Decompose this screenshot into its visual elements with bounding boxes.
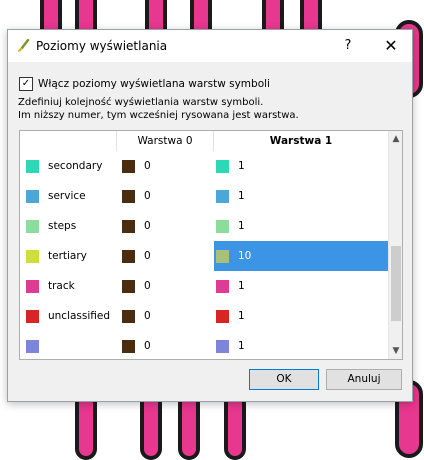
layer-1-cell[interactable]: 1	[214, 331, 388, 359]
symbol-name: tertiary	[48, 250, 87, 262]
layer-1-value: 1	[238, 220, 245, 232]
symbol-cell[interactable]	[26, 331, 116, 359]
symbol-swatch	[26, 159, 39, 173]
dialog-title: Poziomy wyświetlania	[36, 39, 168, 53]
symbol-name: service	[48, 190, 86, 202]
layer-1-cell[interactable]: 1	[214, 181, 388, 211]
brush-icon	[18, 39, 30, 52]
layer-1-value: 1	[238, 280, 245, 292]
layer-0-value: 0	[144, 250, 151, 262]
help-button[interactable]: ?	[339, 37, 357, 55]
title-bar: Poziomy wyświetlania ? ✕	[8, 30, 412, 62]
layer-1-value: 1	[238, 190, 245, 202]
layer-swatch	[122, 249, 135, 263]
layer-swatch	[216, 279, 229, 293]
layer-1-value: 1	[238, 310, 245, 322]
layer-swatch	[216, 189, 229, 203]
symbol-swatch	[26, 339, 39, 353]
layer-swatch	[216, 159, 229, 173]
layer-0-value: 0	[144, 160, 151, 172]
layer-0-cell[interactable]: 0	[117, 331, 213, 359]
layer-0-cell[interactable]: 0	[117, 151, 213, 181]
symbol-levels-table[interactable]: Warstwa 0 Warstwa 1 secondary 0 1 service 0 1…	[19, 130, 403, 360]
layer-0-cell[interactable]: 0	[117, 271, 213, 301]
symbol-name: unclassified	[48, 310, 111, 322]
symbol-swatch	[26, 189, 39, 203]
table-row[interactable]: tertiary 0 10	[20, 241, 388, 271]
ok-button[interactable]: OK	[249, 369, 319, 390]
layer-1-value: 1	[238, 160, 245, 172]
close-button[interactable]: ✕	[381, 36, 401, 56]
layer-swatch	[122, 159, 135, 173]
symbol-cell[interactable]: unclassified	[26, 301, 116, 331]
symbol-swatch	[26, 279, 39, 293]
table-row[interactable]: steps 0 1	[20, 211, 388, 241]
map-road	[224, 392, 246, 460]
symbol-cell[interactable]: tertiary	[26, 241, 116, 271]
symbol-cell[interactable]: steps	[26, 211, 116, 241]
symbol-name: steps	[48, 220, 77, 232]
layer-0-cell[interactable]: 0	[117, 301, 213, 331]
enable-levels-label: Włącz poziomy wyświetlana warstw symboli	[38, 78, 270, 90]
layer-swatch	[122, 219, 135, 233]
layer-swatch	[216, 219, 229, 233]
layer-swatch	[122, 339, 135, 353]
layer-0-value: 0	[144, 280, 151, 292]
header-layer-1: Warstwa 1	[269, 135, 333, 147]
table-row[interactable]: unclassified 0 1	[20, 301, 388, 331]
layer-0-cell[interactable]: 0	[117, 181, 213, 211]
layer-swatch	[216, 339, 229, 353]
symbol-name: track	[48, 280, 75, 292]
layer-swatch	[122, 309, 135, 323]
vertical-scrollbar[interactable]: ▲ ▼	[388, 131, 402, 359]
symbol-cell[interactable]: service	[26, 181, 116, 211]
layer-swatch	[122, 189, 135, 203]
layer-swatch	[216, 309, 229, 323]
scroll-up-icon[interactable]: ▲	[389, 131, 402, 147]
symbol-cell[interactable]: track	[26, 271, 116, 301]
header-layer-0: Warstwa 0	[137, 135, 193, 147]
layer-0-cell[interactable]: 0	[117, 211, 213, 241]
layer-1-cell[interactable]: 1	[214, 211, 388, 241]
symbol-swatch	[26, 219, 39, 233]
layer-swatch	[122, 279, 135, 293]
symbol-swatch	[26, 309, 39, 323]
layer-1-value: 1	[238, 340, 245, 352]
map-road	[75, 392, 97, 460]
enable-levels-row[interactable]: ✓ Włącz poziomy wyświetlana warstw symbo…	[19, 76, 270, 92]
map-road	[140, 392, 162, 460]
symbol-name: secondary	[48, 160, 103, 172]
table-row[interactable]: secondary 0 1	[20, 151, 388, 181]
layer-swatch	[216, 249, 229, 263]
table-row[interactable]: track 0 1	[20, 271, 388, 301]
layer-0-cell[interactable]: 0	[117, 241, 213, 271]
layer-1-cell[interactable]: 1	[214, 151, 388, 181]
layer-1-cell[interactable]: 1	[214, 271, 388, 301]
scroll-down-icon[interactable]: ▼	[389, 343, 402, 359]
table-row[interactable]: 01	[20, 331, 388, 359]
layer-1-cell[interactable]: 10	[214, 241, 388, 271]
description-line-2: Im niższy numer, tym wcześniej rysowana …	[18, 110, 299, 121]
table-row[interactable]: service 0 1	[20, 181, 388, 211]
layer-0-value: 0	[144, 190, 151, 202]
enable-levels-checkbox[interactable]: ✓	[19, 77, 33, 91]
description-line-1: Zdefiniuj kolejność wyświetlania warstw …	[18, 97, 264, 108]
layer-0-value: 0	[144, 220, 151, 232]
symbol-cell[interactable]: secondary	[26, 151, 116, 181]
layer-1-value: 10	[238, 250, 252, 262]
map-road	[178, 392, 200, 460]
layer-1-cell[interactable]: 1	[214, 301, 388, 331]
scrollbar-thumb[interactable]	[391, 246, 401, 321]
symbol-levels-dialog: Poziomy wyświetlania ? ✕ ✓ Włącz poziomy…	[7, 29, 413, 402]
cancel-button[interactable]: Anuluj	[326, 369, 402, 390]
layer-0-value: 0	[144, 310, 151, 322]
layer-0-value: 0	[144, 340, 151, 352]
symbol-swatch	[26, 249, 39, 263]
header-symbol	[20, 131, 116, 151]
